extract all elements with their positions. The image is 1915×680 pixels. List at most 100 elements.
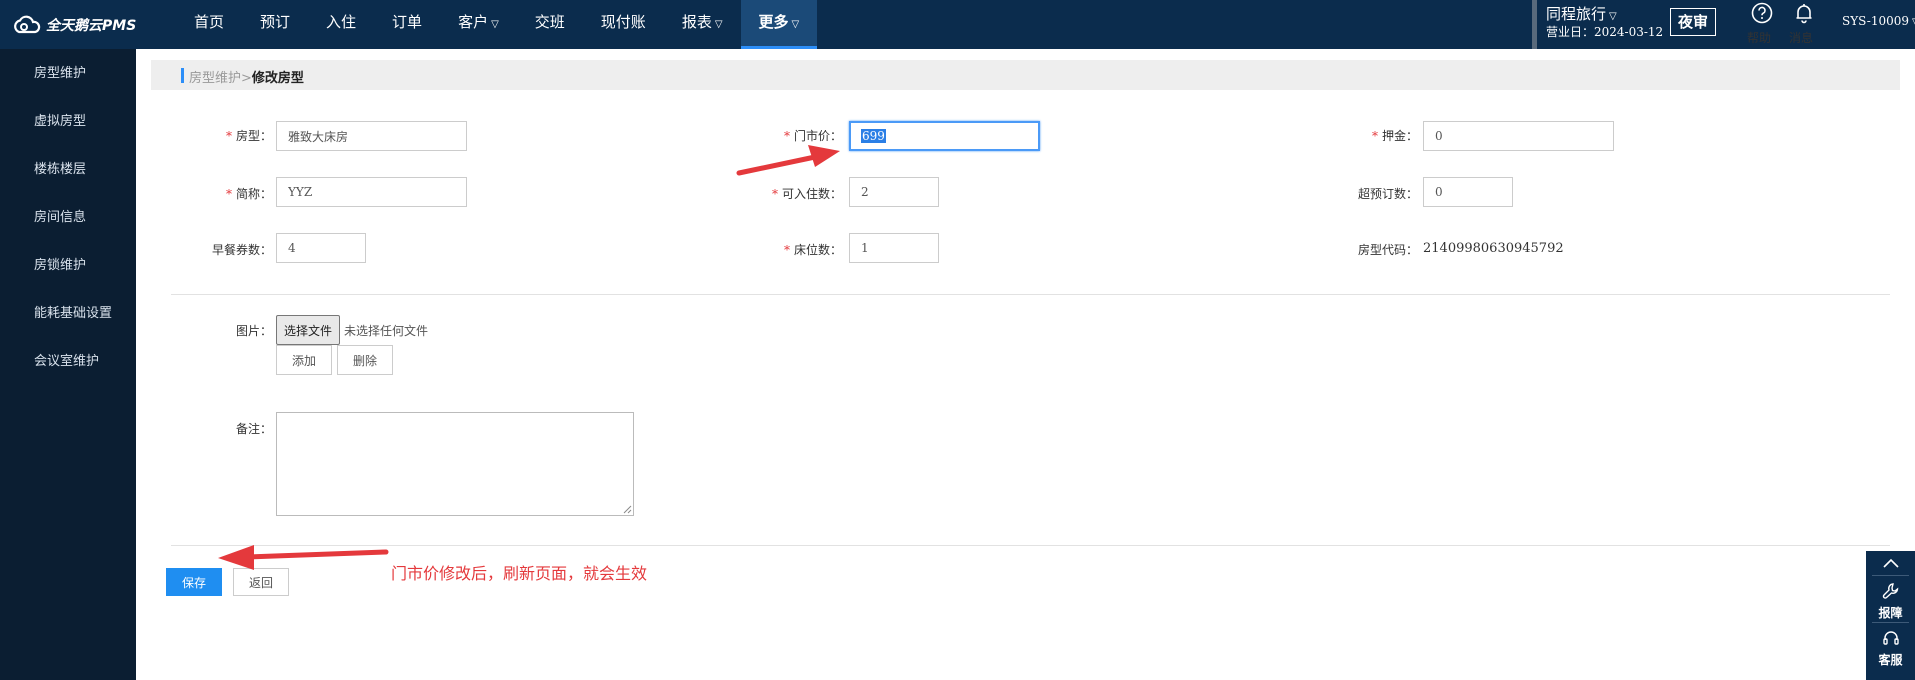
nav-orders[interactable]: 订单 [374, 0, 440, 49]
label-text: 押金： [1381, 129, 1418, 143]
cloud-logo-icon [14, 15, 41, 34]
delete-image-button[interactable]: 删除 [337, 345, 393, 375]
remark-textarea[interactable] [276, 412, 634, 516]
arrow-to-rack-rate-icon [736, 145, 840, 176]
label-text: 图片： [235, 324, 272, 338]
resize-grip-icon[interactable] [622, 504, 632, 514]
room-code-label: 房型代码： [1320, 241, 1418, 258]
breadcrumb-separator: > [241, 71, 252, 86]
help-label: 帮助 [1747, 31, 1772, 45]
nav-cash-account[interactable]: 现付账 [583, 0, 664, 49]
nav-label: 入住 [326, 13, 357, 31]
chevron-down-icon: ▽ [791, 19, 800, 30]
sidebar-item-building-floor[interactable]: 楼栋楼层 [0, 146, 136, 194]
label-text: 超预订数： [1357, 187, 1418, 201]
nav-label: 订单 [392, 13, 423, 31]
room-type-input[interactable] [276, 121, 467, 151]
choose-file-button[interactable]: 选择文件 [276, 315, 340, 345]
required-mark: * [783, 243, 790, 257]
customer-service-button[interactable]: 客服 [1866, 623, 1915, 669]
sidebar-item-room-lock[interactable]: 房锁维护 [0, 242, 136, 290]
add-image-button[interactable]: 添加 [276, 345, 332, 375]
nav-label: 更多 [758, 13, 789, 31]
beds-input[interactable] [849, 233, 939, 263]
messages-label: 消息 [1789, 31, 1814, 45]
chevron-up-icon [1882, 558, 1899, 568]
nav-label: 客户 [458, 13, 489, 31]
rack-rate-input[interactable]: 699 [849, 121, 1040, 151]
required-mark: * [771, 187, 778, 201]
main-nav: 首页 预订 入住 订单 客户 ▽ 交班 现付账 报表 ▽ 更多 ▽ [176, 0, 818, 49]
room-code-value: 21409980630945792 [1423, 241, 1564, 256]
chevron-down-icon: ▽ [714, 19, 723, 30]
label-text: 备注： [235, 422, 272, 436]
max-guests-label: * 可入住数： [740, 185, 842, 202]
nav-checkin[interactable]: 入住 [308, 0, 374, 49]
nav-home[interactable]: 首页 [176, 0, 242, 49]
sidebar-item-room-type[interactable]: 房型维护 [0, 50, 136, 98]
nav-booking[interactable]: 预订 [242, 0, 308, 49]
required-mark: * [225, 129, 232, 143]
nav-shift[interactable]: 交班 [517, 0, 583, 49]
image-label: 图片： [200, 322, 272, 339]
nav-label: 现付账 [600, 13, 646, 31]
night-audit-button[interactable]: 夜审 [1670, 8, 1716, 36]
rack-rate-label: * 门市价： [760, 127, 842, 144]
breadcrumb-trail: 房型维护>修改房型 [189, 67, 304, 86]
breakfast-label: 早餐券数： [190, 241, 272, 258]
nav-label: 首页 [194, 13, 225, 31]
no-file-text: 未选择任何文件 [344, 324, 429, 338]
max-guests-input[interactable] [849, 177, 939, 207]
business-date: 营业日：2024-03-12 [1546, 25, 1664, 39]
rack-rate-value: 699 [861, 129, 886, 143]
nav-label: 交班 [534, 13, 565, 31]
label-text: 门市价： [793, 129, 842, 143]
service-label: 客服 [1878, 653, 1903, 667]
logo[interactable]: 全天鹅云PMS [12, 13, 136, 37]
report-issue-button[interactable]: 报障 [1866, 576, 1915, 622]
back-button[interactable]: 返回 [233, 568, 289, 596]
chevron-down-icon: ▽ [1609, 11, 1617, 22]
logo-text: 全天鹅云PMS [46, 18, 137, 34]
overbooking-label: 超预订数： [1330, 185, 1418, 202]
breadcrumb-parent[interactable]: 房型维护 [189, 71, 241, 86]
sidebar-item-room-info[interactable]: 房间信息 [0, 194, 136, 242]
page-title: 修改房型 [251, 71, 304, 86]
help-button[interactable]: 帮助 [1747, 2, 1777, 45]
messages-button[interactable]: 消息 [1789, 2, 1819, 45]
sidebar-item-meeting-room[interactable]: 会议室维护 [0, 338, 136, 386]
label-text: 早餐券数： [211, 243, 272, 257]
user-name: SYS-10009 [1842, 14, 1910, 28]
label-text: 床位数： [793, 243, 842, 257]
hotel-name: 同程旅行 [1546, 5, 1607, 23]
remark-label: 备注： [200, 420, 272, 437]
required-mark: * [225, 187, 232, 201]
required-mark: * [1371, 129, 1378, 143]
sidebar-item-virtual-room-type[interactable]: 虚拟房型 [0, 98, 136, 146]
label-text: 可入住数： [781, 187, 842, 201]
floating-service-panel: 报障 客服 [1866, 551, 1915, 680]
divider [171, 545, 1890, 546]
hotel-name-row: 同程旅行 ▽ [1546, 3, 1617, 24]
help-icon [1751, 2, 1773, 24]
user-menu[interactable]: SYS-10009▽ [1842, 14, 1915, 28]
beds-label: * 床位数： [760, 241, 842, 258]
scroll-top-button[interactable] [1866, 551, 1915, 575]
top-bar: 全天鹅云PMS 首页 预订 入住 订单 客户 ▽ 交班 现付账 报表 ▽ 更多 ▽ 同… [0, 0, 1915, 49]
nav-more[interactable]: 更多 ▽ [740, 0, 818, 49]
room-type-label: * 房型： [200, 127, 272, 144]
short-name-label: * 简称： [200, 185, 272, 202]
overbooking-input[interactable] [1423, 177, 1513, 207]
nav-customers[interactable]: 客户 ▽ [440, 0, 517, 49]
label-text: 房型： [235, 129, 272, 143]
label-text: 简称： [235, 187, 272, 201]
deposit-label: * 押金： [1340, 127, 1418, 144]
short-name-input[interactable] [276, 177, 467, 207]
nav-reports[interactable]: 报表 ▽ [664, 0, 741, 49]
report-label: 报障 [1878, 606, 1903, 620]
save-button[interactable]: 保存 [166, 568, 222, 596]
deposit-input[interactable] [1423, 121, 1614, 151]
sidebar-item-energy-settings[interactable]: 能耗基础设置 [0, 290, 136, 338]
headset-icon [1882, 631, 1899, 645]
breakfast-input[interactable] [276, 233, 366, 263]
